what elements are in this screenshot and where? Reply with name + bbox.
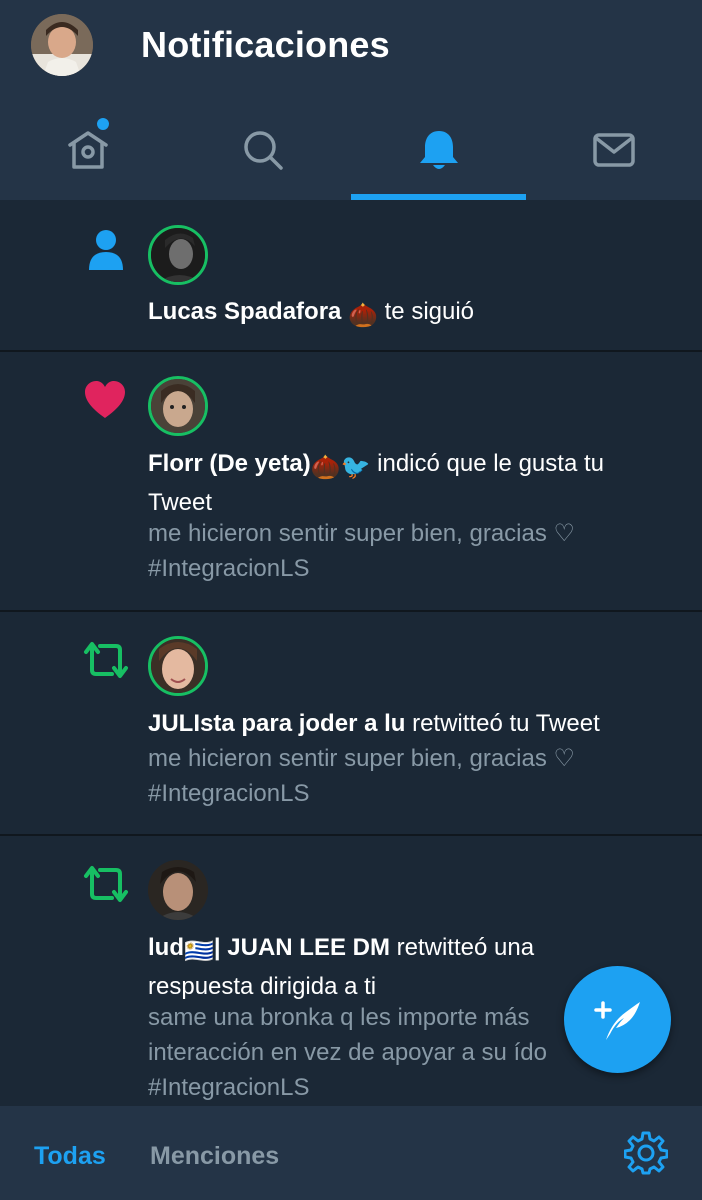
notification-item[interactable]: Lucas Spadafora 🌰 te siguió (0, 200, 702, 352)
user-name[interactable]: Lucas Spadafora (148, 298, 341, 325)
avatar[interactable] (148, 225, 208, 285)
notification-action-cont: respuesta dirigida a ti (148, 973, 377, 1000)
notification-item[interactable]: JULIsta para joder a lu retwitteó tu Twe… (0, 612, 702, 836)
user-name-prefix[interactable]: lud (148, 934, 184, 961)
notification-text: Lucas Spadafora 🌰 te siguió (148, 294, 668, 333)
retweet-icon (84, 642, 128, 678)
user-name[interactable]: Florr (De yeta) (148, 450, 311, 477)
bottom-filter-bar: Todas Menciones (0, 1106, 702, 1200)
person-icon (89, 230, 123, 270)
avatar-photo (151, 228, 205, 282)
tab-home[interactable] (0, 100, 176, 200)
notification-action: retwitteó una (396, 934, 535, 961)
notification-action: te siguió (384, 298, 475, 325)
compose-tweet-icon (593, 1000, 640, 1040)
tab-notifications[interactable] (351, 100, 527, 200)
snippet-line: #IntegracionLS (148, 780, 310, 807)
snippet-line: me hicieron sentir super bien, gracias ♡ (148, 520, 576, 547)
avatar-photo (148, 860, 208, 920)
new-content-dot (97, 118, 109, 130)
tweet-snippet[interactable]: me hicieron sentir super bien, gracias ♡… (148, 741, 668, 811)
avatar-photo (31, 14, 93, 76)
tab-search[interactable] (176, 100, 352, 200)
user-name[interactable]: JULIsta para joder a lu (148, 710, 405, 737)
tab-mentions[interactable]: Menciones (150, 1142, 279, 1171)
compose-tweet-button[interactable] (564, 966, 671, 1073)
uruguay-flag-icon: 🇺🇾 (184, 938, 214, 965)
search-icon (244, 131, 283, 170)
avatar[interactable] (148, 636, 208, 696)
tab-messages[interactable] (527, 100, 702, 200)
gear-icon[interactable] (624, 1131, 668, 1175)
snippet-line: #IntegracionLS (148, 555, 310, 582)
notification-item[interactable]: Florr (De yeta)🌰🐦 indicó que le gusta tu… (0, 352, 702, 612)
notification-action: retwitteó tu Tweet (412, 710, 600, 737)
notification-text: Florr (De yeta)🌰🐦 indicó que le gusta tu… (148, 446, 668, 520)
notification-action: indicó que le gusta tu (377, 450, 604, 477)
avatar-photo (151, 639, 205, 693)
page-title: Notificaciones (141, 24, 390, 65)
snippet-line: me hicieron sentir super bien, gracias ♡ (148, 745, 576, 772)
heart-icon (85, 381, 125, 418)
main-tabs (0, 100, 702, 200)
top-app-bar: Notificaciones (0, 0, 702, 200)
tab-all[interactable]: Todas (34, 1142, 106, 1171)
chestnut-icon: 🌰 (348, 302, 378, 329)
chestnut-bird-icon: 🌰🐦 (310, 454, 371, 481)
avatar[interactable] (148, 376, 208, 436)
bell-icon (419, 131, 458, 169)
retweet-icon (84, 866, 128, 902)
mail-icon (593, 133, 635, 167)
user-name[interactable]: | JUAN LEE DM (214, 934, 390, 961)
notification-text: JULIsta para joder a lu retwitteó tu Twe… (148, 706, 668, 741)
home-icon (68, 131, 108, 169)
avatar[interactable] (148, 860, 208, 920)
profile-avatar[interactable] (31, 14, 93, 76)
snippet-line: #IntegracionLS (148, 1074, 310, 1101)
notification-action-cont: Tweet (148, 489, 213, 516)
tweet-snippet[interactable]: me hicieron sentir super bien, gracias ♡… (148, 516, 668, 586)
avatar-photo (151, 379, 205, 433)
